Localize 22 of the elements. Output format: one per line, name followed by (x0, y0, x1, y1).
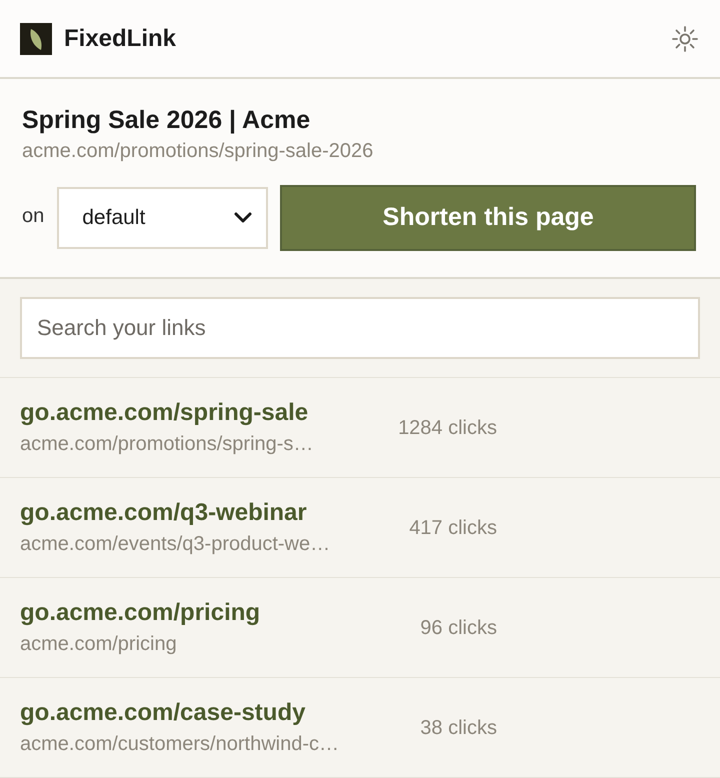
click-count: 417 clicks (409, 516, 497, 538)
search-field[interactable]: Search your links (20, 297, 700, 359)
domain-select[interactable]: default (57, 187, 268, 249)
click-count: 96 clicks (420, 616, 497, 638)
domain-label: on (22, 204, 44, 229)
click-count: 38 clicks (420, 716, 497, 738)
page-url: acme.com/promotions/spring-sale-2026 (22, 139, 374, 164)
short-link[interactable]: go.acme.com/spring-sale (20, 396, 380, 428)
sun-icon[interactable] (671, 24, 699, 52)
destination-url: acme.com/customers/northwind-c… (20, 732, 340, 756)
chevron-down-icon (234, 212, 252, 224)
page-title: Spring Sale 2026 | Acme (22, 105, 312, 136)
destination-url: acme.com/promotions/spring-s… (20, 432, 314, 456)
click-count: 1284 clicks (398, 416, 497, 438)
app-name: FixedLink (64, 24, 176, 54)
destination-url: acme.com/events/q3-product-we… (20, 532, 332, 556)
destination-url: acme.com/pricing (20, 632, 178, 656)
leaf-logo-icon (20, 22, 52, 54)
short-link[interactable]: go.acme.com/case-study (20, 696, 380, 728)
short-link[interactable]: go.acme.com/pricing (20, 596, 380, 628)
shorten-button[interactable]: Shorten this page (280, 185, 696, 251)
short-link[interactable]: go.acme.com/q3-webinar (20, 496, 380, 528)
